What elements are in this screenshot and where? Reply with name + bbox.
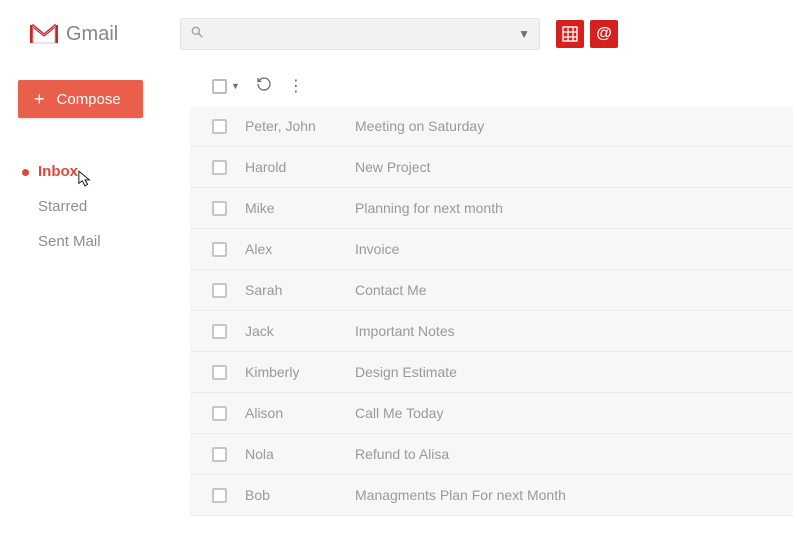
mail-subject: Meeting on Saturday	[355, 118, 484, 134]
nav-label: Starred	[38, 198, 87, 215]
nav-label: Inbox	[38, 163, 78, 180]
mail-sender: Alex	[245, 241, 355, 257]
sidebar-item-starred[interactable]: Starred	[18, 189, 190, 224]
row-checkbox[interactable]	[212, 283, 227, 298]
mail-row[interactable]: Harold New Project	[190, 147, 793, 188]
mail-subject: Contact Me	[355, 282, 427, 298]
mail-subject: Call Me Today	[355, 405, 443, 421]
search-input[interactable]	[204, 26, 518, 42]
at-button[interactable]: @	[590, 20, 618, 48]
mail-row[interactable]: Mike Planning for next month	[190, 188, 793, 229]
select-all-checkbox[interactable]	[212, 79, 227, 94]
mail-sender: Kimberly	[245, 364, 355, 380]
search-bar[interactable]: ▼	[180, 18, 540, 50]
search-icon	[190, 25, 204, 44]
row-checkbox[interactable]	[212, 119, 227, 134]
search-dropdown-icon[interactable]: ▼	[518, 27, 530, 41]
select-all-dropdown-icon[interactable]: ▼	[231, 81, 240, 91]
mail-subject: Managments Plan For next Month	[355, 487, 566, 503]
row-checkbox[interactable]	[212, 488, 227, 503]
mail-sender: Jack	[245, 323, 355, 339]
row-checkbox[interactable]	[212, 160, 227, 175]
mail-row[interactable]: Jack Important Notes	[190, 311, 793, 352]
body: + Compose Inbox Starred Sent Mail	[0, 68, 797, 516]
mail-row[interactable]: Kimberly Design Estimate	[190, 352, 793, 393]
row-checkbox[interactable]	[212, 242, 227, 257]
mail-subject: Important Notes	[355, 323, 455, 339]
mail-row[interactable]: Sarah Contact Me	[190, 270, 793, 311]
mouse-cursor-icon	[78, 170, 92, 188]
toolbar: ▼ ⋮	[190, 68, 793, 106]
gmail-logo-icon	[30, 23, 58, 45]
sidebar: + Compose Inbox Starred Sent Mail	[0, 68, 190, 516]
mail-list: Peter, John Meeting on Saturday Harold N…	[190, 106, 793, 516]
mail-subject: Invoice	[355, 241, 399, 257]
mail-subject: Design Estimate	[355, 364, 457, 380]
mail-subject: Refund to Alisa	[355, 446, 449, 462]
refresh-icon[interactable]	[256, 76, 272, 97]
more-icon[interactable]: ⋮	[288, 76, 303, 96]
header-actions: @	[556, 20, 618, 48]
mail-row[interactable]: Bob Managments Plan For next Month	[190, 475, 793, 516]
mail-subject: Planning for next month	[355, 200, 503, 216]
row-checkbox[interactable]	[212, 447, 227, 462]
main: ▼ ⋮ Peter, John Meeting on Saturday Haro…	[190, 68, 797, 516]
plus-icon: +	[34, 90, 45, 108]
select-all[interactable]: ▼	[212, 79, 240, 94]
row-checkbox[interactable]	[212, 324, 227, 339]
nav-list: Inbox Starred Sent Mail	[18, 154, 190, 259]
logo-area: Gmail	[30, 23, 170, 46]
mail-row[interactable]: Peter, John Meeting on Saturday	[190, 106, 793, 147]
mail-row[interactable]: Alison Call Me Today	[190, 393, 793, 434]
compose-button[interactable]: + Compose	[18, 80, 143, 118]
sidebar-item-inbox[interactable]: Inbox	[18, 154, 190, 189]
mail-sender: Peter, John	[245, 118, 355, 134]
nav-label: Sent Mail	[38, 233, 101, 250]
mail-sender: Alison	[245, 405, 355, 421]
mail-sender: Harold	[245, 159, 355, 175]
mail-sender: Nola	[245, 446, 355, 462]
mail-row[interactable]: Alex Invoice	[190, 229, 793, 270]
mail-sender: Bob	[245, 487, 355, 503]
header: Gmail ▼ @	[0, 0, 797, 68]
compose-label: Compose	[57, 91, 121, 108]
row-checkbox[interactable]	[212, 365, 227, 380]
grid-button[interactable]	[556, 20, 584, 48]
sidebar-item-sent[interactable]: Sent Mail	[18, 224, 190, 259]
mail-sender: Mike	[245, 200, 355, 216]
mail-sender: Sarah	[245, 282, 355, 298]
brand-text: Gmail	[66, 23, 118, 46]
row-checkbox[interactable]	[212, 201, 227, 216]
mail-row[interactable]: Nola Refund to Alisa	[190, 434, 793, 475]
row-checkbox[interactable]	[212, 406, 227, 421]
mail-subject: New Project	[355, 159, 430, 175]
